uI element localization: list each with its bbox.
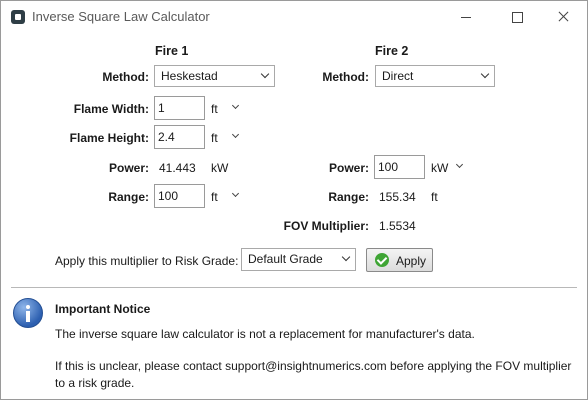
close-button[interactable] [541,1,587,33]
apply-row-label: Apply this multiplier to Risk Grade: [55,254,239,268]
fire1-method-value: Heskestad [161,69,218,83]
apply-button[interactable]: Apply [366,248,433,272]
apply-button-label: Apply [396,254,427,268]
info-icon [13,298,43,328]
flame-width-label: Flame Width: [73,102,149,116]
fire1-range-unit: ft [211,190,218,204]
chevron-down-icon[interactable] [231,130,240,139]
window-title: Inverse Square Law Calculator [32,9,210,24]
fire2-range-unit: ft [431,190,438,204]
fire1-method-select[interactable]: Heskestad [154,65,275,87]
chevron-down-icon[interactable] [231,101,240,110]
flame-height-unit: ft [211,131,218,145]
chevron-down-icon [341,252,351,262]
fire1-range-input[interactable]: 100 [154,184,205,208]
fire2-method-value: Direct [382,69,414,83]
fov-multiplier-label: FOV Multiplier: [283,219,369,233]
app-icon [11,10,25,24]
fire2-header: Fire 2 [375,44,409,58]
notice-title: Important Notice [55,302,151,316]
minimize-button[interactable] [443,1,489,33]
fire1-power-unit: kW [211,161,229,175]
fire2-power-label: Power: [328,161,369,175]
flame-height-input[interactable]: 2.4 [154,125,205,149]
fire2-method-select[interactable]: Direct [375,65,495,87]
chevron-down-icon[interactable] [231,189,240,198]
notice-line-2: If this is unclear, please contact suppo… [55,359,572,373]
notice-line-1: The inverse square law calculator is not… [55,327,475,341]
risk-grade-value: Default Grade [248,252,323,266]
fire2-power-unit: kW [431,161,449,175]
chevron-down-icon[interactable] [455,160,464,169]
fire1-power-label: Power: [108,161,149,175]
chevron-down-icon [260,69,270,79]
fire2-range-label: Range: [328,190,369,204]
chevron-down-icon [480,69,490,79]
flame-width-input[interactable]: 1 [154,96,205,120]
divider [11,287,577,288]
fire1-header: Fire 1 [155,44,189,58]
fire1-method-label: Method: [102,70,149,84]
maximize-button[interactable] [489,1,535,33]
notice-line-3: to a risk grade. [55,376,135,390]
fire1-range-label: Range: [108,190,149,204]
fire2-power-input[interactable]: 100 [374,155,425,179]
fire2-method-label: Method: [322,70,369,84]
risk-grade-select[interactable]: Default Grade [241,248,356,271]
fov-multiplier-value: 1.5534 [379,219,416,233]
fire2-range-value: 155.34 [379,190,416,204]
title-bar: Inverse Square Law Calculator [1,1,587,33]
fire1-power-value: 41.443 [159,161,196,175]
flame-width-unit: ft [211,102,218,116]
check-icon [375,253,389,267]
calculator-window: Inverse Square Law Calculator Fire 1 Fir… [0,0,588,400]
flame-height-label: Flame Height: [69,131,149,145]
